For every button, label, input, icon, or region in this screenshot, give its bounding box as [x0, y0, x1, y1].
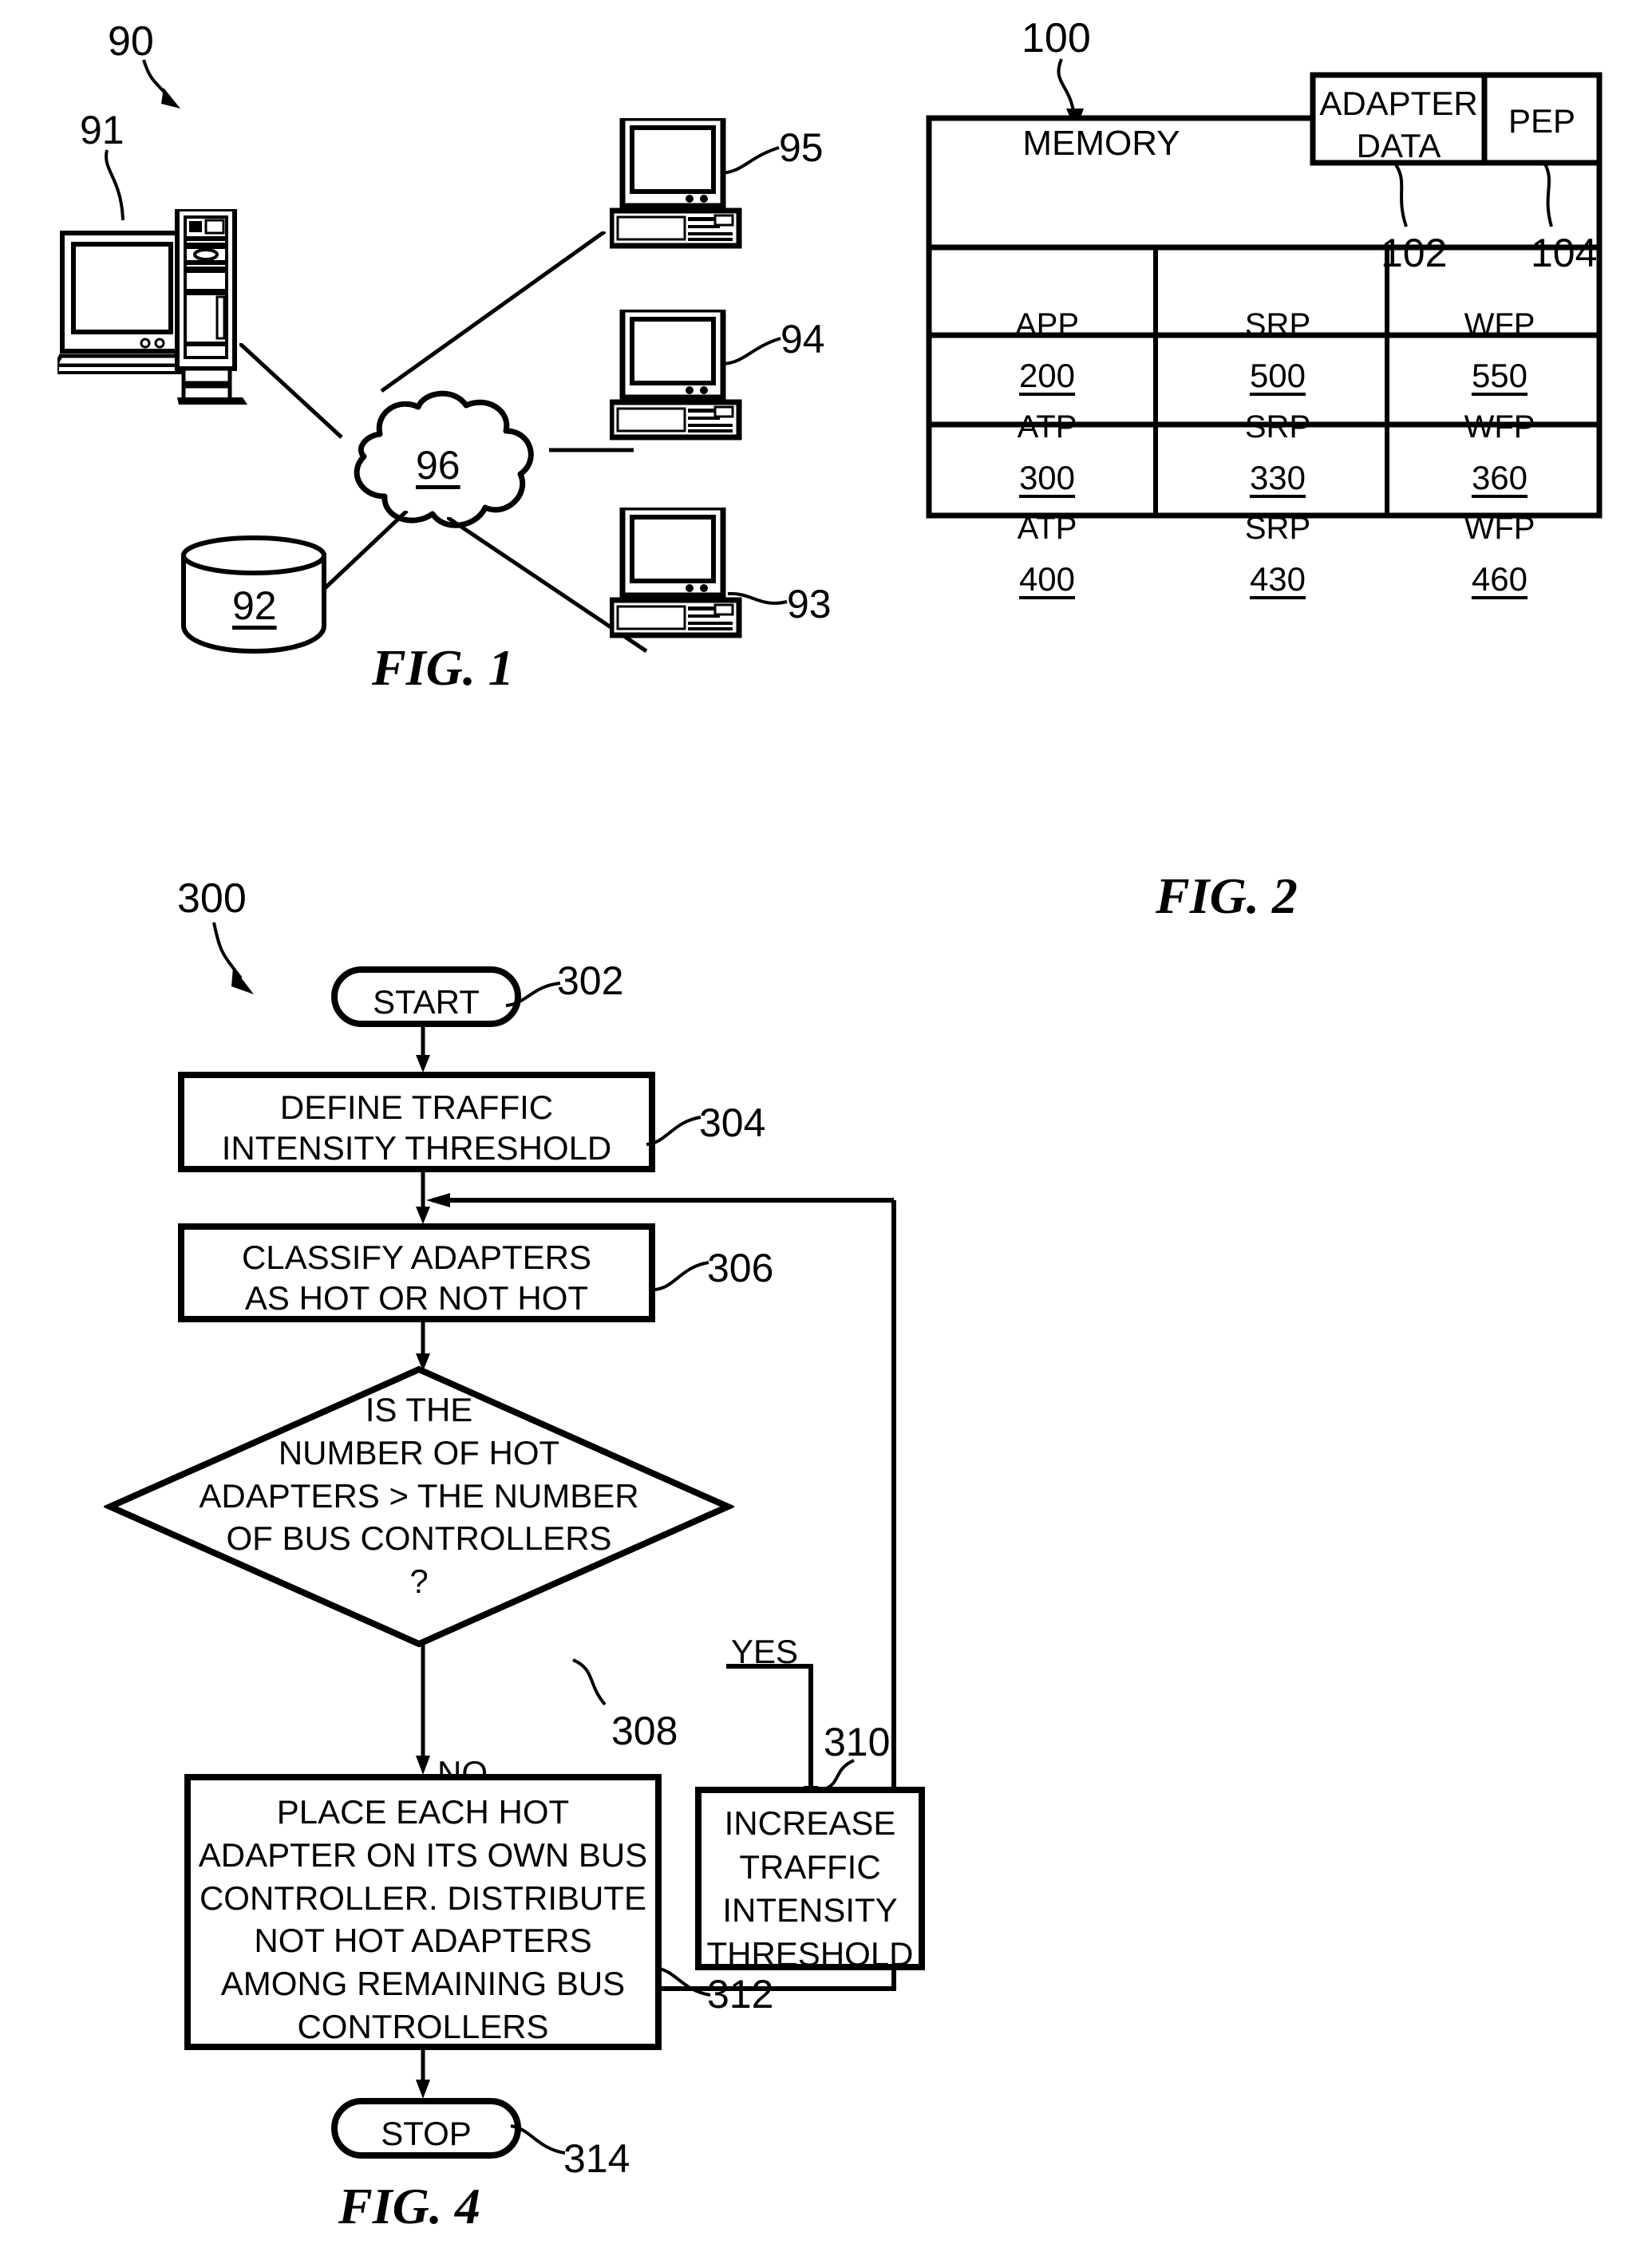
server-workstation — [57, 209, 247, 405]
process-label-304: DEFINE TRAFFIC INTENSITY THRESHOLD — [221, 1088, 612, 1167]
patent-drawing-sheet: 90 91 96 92 95 94 93 FIG. 1 100 MEMORY A… — [0, 0, 1652, 2244]
ref-number-302: 302 — [557, 958, 624, 1003]
table-cell-value: 400 — [1018, 560, 1076, 598]
stop-label: STOP — [381, 2115, 472, 2152]
figure-1-caption: FIG. 1 — [372, 639, 514, 696]
table-cell-label: WFP — [1464, 307, 1535, 342]
ref-number-312: 312 — [707, 1972, 774, 2017]
table-cell-value: 550 — [1471, 357, 1528, 394]
figure-4-caption: FIG. 4 — [338, 2178, 480, 2234]
ref-number-314: 314 — [563, 2136, 630, 2181]
lead-line-302 — [505, 982, 561, 1007]
table-cell-value: 500 — [1249, 357, 1306, 394]
table-cell-value: 460 — [1471, 560, 1528, 598]
lead-line-104 — [1542, 161, 1553, 227]
table-cell-label: APP — [1014, 307, 1080, 342]
lead-line-306 — [654, 1261, 709, 1291]
ref-number-104: 104 — [1531, 231, 1598, 275]
flow-arrow-start-to-304 — [416, 1026, 430, 1073]
ref-number-306: 306 — [707, 1246, 774, 1290]
table-cell-label: WFP — [1464, 409, 1535, 444]
lead-line-102 — [1392, 161, 1408, 227]
table-cell-value: 360 — [1471, 459, 1528, 496]
table-cell-label: ATP — [1017, 409, 1077, 444]
cloud-label-96: 96 — [416, 443, 460, 488]
adapter-data-header: ADAPTER DATA — [1319, 85, 1478, 164]
link-cloud-client95 — [380, 231, 607, 393]
lead-line-300 — [212, 922, 254, 994]
database-label-92: 92 — [232, 583, 277, 628]
pep-header: PEP — [1508, 102, 1576, 140]
process-label-306: CLASSIFY ADAPTERS AS HOT OR NOT HOT — [241, 1239, 592, 1318]
lead-line-304 — [646, 1116, 702, 1146]
flow-arrow-312-to-stop — [416, 2049, 430, 2099]
lead-line-308 — [572, 1658, 607, 1706]
process-label-310: INCREASE TRAFFIC INTENSITY THRESHOLD — [706, 1804, 914, 1973]
process-label-312: PLACE EACH HOT ADAPTER ON ITS OWN BUS CO… — [198, 1793, 648, 2045]
table-cell-label: ATP — [1017, 511, 1077, 546]
table-cell-value: 330 — [1249, 459, 1306, 496]
table-cell-value: 300 — [1018, 459, 1076, 496]
figure-4-group: 300 START 302 DEFINE TRAFFIC INTENSITY T… — [0, 846, 990, 2244]
start-label: START — [373, 983, 480, 1021]
figure-2-caption: FIG. 2 — [1156, 867, 1298, 924]
table-cell-label: SRP — [1244, 307, 1311, 342]
ref-number-102: 102 — [1381, 231, 1448, 275]
figure-1-group: 90 91 96 92 95 94 93 FIG. 1 — [0, 0, 846, 798]
lead-line-95 — [721, 146, 780, 175]
lead-line-94 — [722, 337, 781, 365]
table-cell-label: SRP — [1244, 511, 1311, 546]
ref-number-304: 304 — [699, 1100, 766, 1145]
lead-line-310 — [818, 1759, 855, 1792]
table-cell-label: SRP — [1244, 409, 1311, 444]
flow-arrow-no — [416, 1644, 430, 1775]
lead-line-90 — [142, 59, 180, 109]
lead-line-93 — [727, 591, 788, 605]
figure-2-group: 100 MEMORY ADAPTER DATA PEP 102 104 APP … — [910, 0, 1652, 1005]
table-cell-value: 200 — [1018, 357, 1076, 394]
table-cell-label: WFP — [1464, 511, 1535, 546]
memory-label: MEMORY — [1022, 124, 1180, 163]
lead-line-314 — [510, 2124, 566, 2155]
decision-label-308: IS THE NUMBER OF HOT ADAPTERS > THE NUMB… — [199, 1391, 639, 1600]
table-cell-value: 430 — [1249, 560, 1306, 598]
